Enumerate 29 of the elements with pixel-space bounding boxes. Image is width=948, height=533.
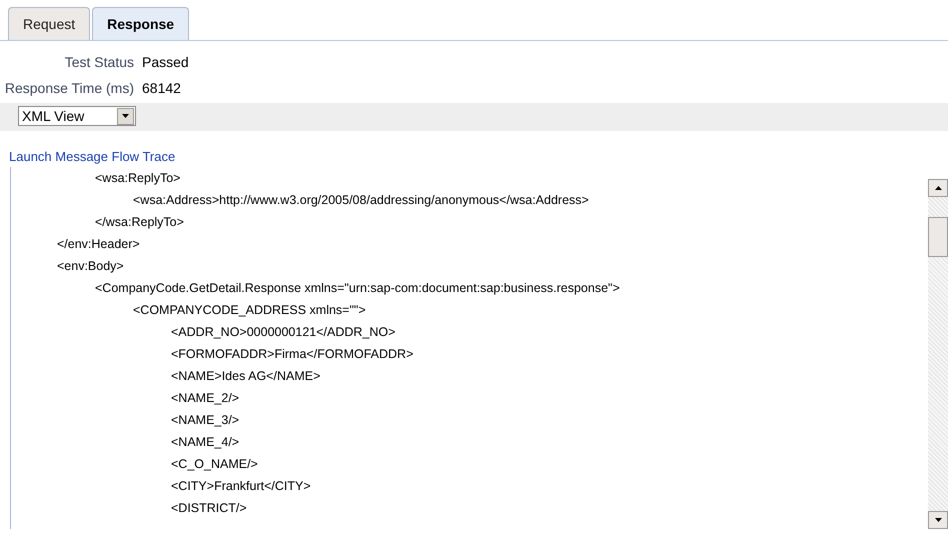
down-arrow-icon bbox=[934, 518, 942, 522]
xml-line: <CITY>Frankfurt</CITY> bbox=[171, 478, 311, 494]
xml-line: <env:Body> bbox=[57, 258, 124, 275]
field-label: Response Time (ms) bbox=[4, 80, 134, 96]
tab[interactable]: Response bbox=[92, 7, 190, 40]
xml-line: </wsa:ReplyTo> bbox=[95, 214, 184, 231]
xml-line: </env:Header> bbox=[57, 236, 140, 252]
field-label: Test Status bbox=[64, 54, 134, 70]
up-arrow-icon bbox=[934, 186, 942, 190]
view-select[interactable]: XML View bbox=[18, 106, 136, 126]
xml-line: <wsa:ReplyTo> bbox=[95, 170, 180, 187]
xml-line: <C_O_NAME/> bbox=[171, 456, 258, 472]
trace-link[interactable]: Launch Message Flow Trace bbox=[0, 147, 176, 166]
xml-line: <DISTRICT/> bbox=[171, 500, 247, 516]
xml-line: <COMPANYCODE_ADDRESS xmlns=""> bbox=[133, 302, 366, 318]
tab[interactable]: Request bbox=[8, 7, 90, 40]
xml-line: <NAME_3/> bbox=[171, 412, 240, 428]
xml-line: <NAME>Ides AG</NAME> bbox=[171, 368, 320, 384]
xml-line: <FORMOFADDR>Firma</FORMOFADDR> bbox=[171, 346, 414, 362]
field-value: Passed bbox=[142, 52, 189, 72]
caret-icon bbox=[122, 114, 129, 118]
scroll-thumb[interactable] bbox=[928, 216, 948, 256]
xml-line: <ADDR_NO>0000000121</ADDR_NO> bbox=[171, 324, 396, 340]
scrollbar[interactable] bbox=[928, 178, 948, 528]
xml-line: <CompanyCode.GetDetail.Response xmlns="urn:sap-com:document:sap:business.response"> bbox=[95, 280, 620, 297]
xml-line: <NAME_2/> bbox=[171, 390, 240, 406]
xml-line: <NAME_4/> bbox=[171, 434, 240, 450]
xml-line: <wsa:Address>http://www.w3.org/2005/08/addressing/anonymous</wsa:Address> bbox=[133, 192, 589, 209]
field-value: 68142 bbox=[142, 78, 181, 98]
